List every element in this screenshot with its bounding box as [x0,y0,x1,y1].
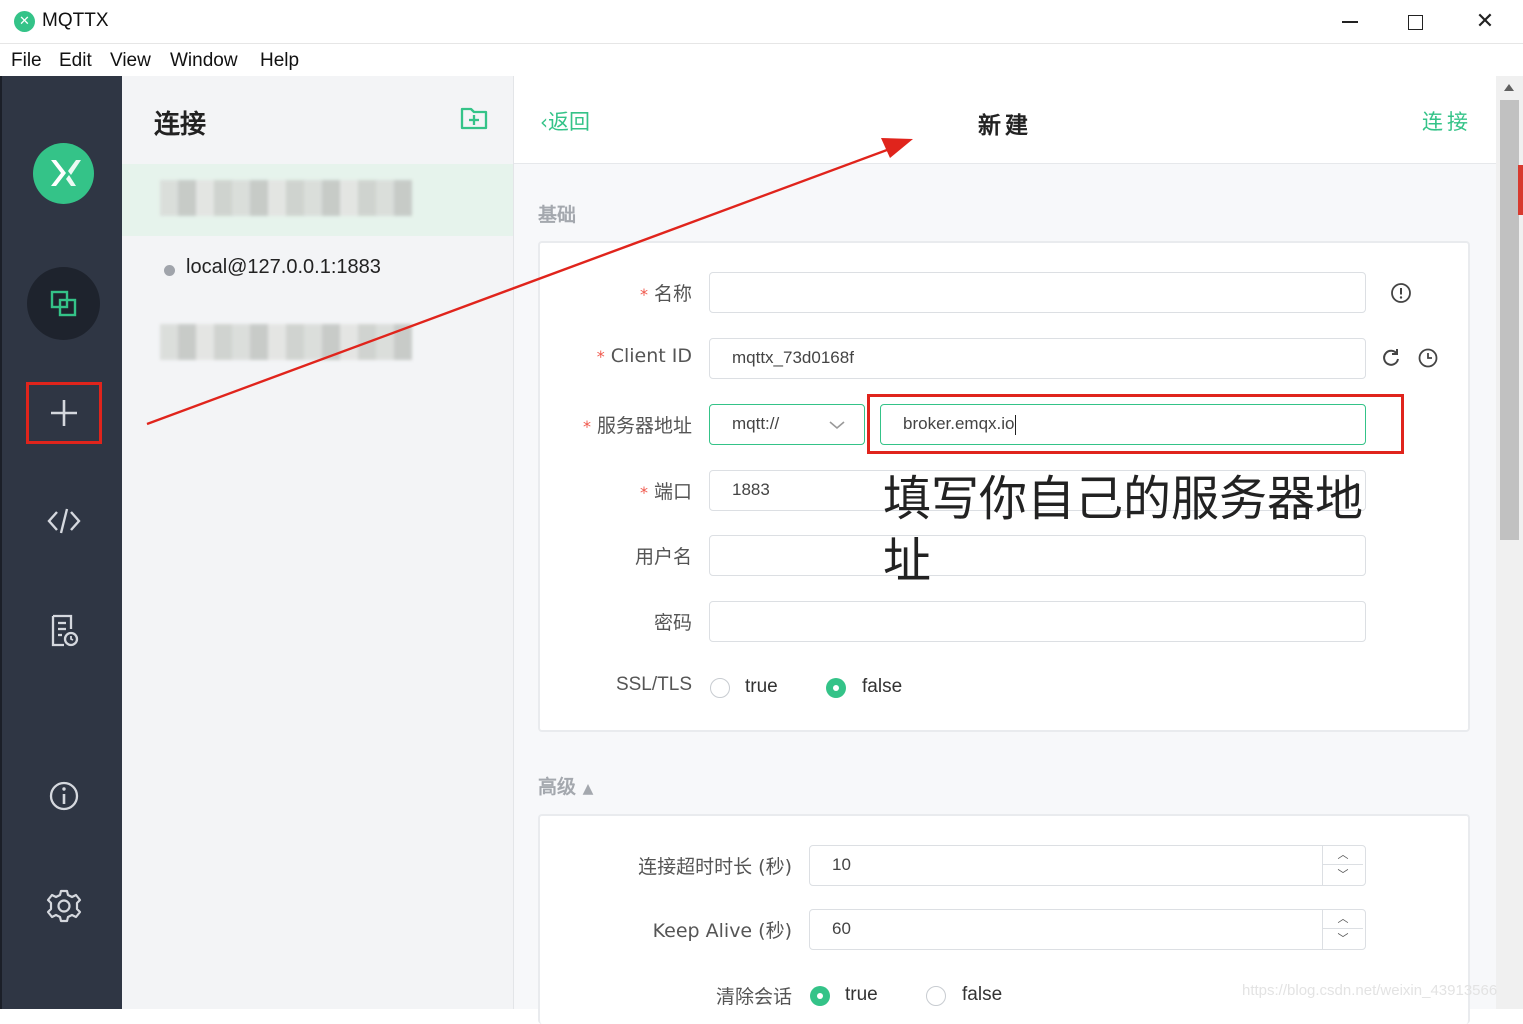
scroll-up-arrow-icon[interactable] [1504,84,1514,91]
decrement-icon[interactable]: ﹀ [1323,865,1363,885]
increment-icon[interactable]: ︿ [1323,845,1363,865]
clean-false-label[interactable]: false [962,984,1002,1006]
caret-up-icon: ▲ [582,781,594,797]
ssl-false-label[interactable]: false [862,676,902,698]
close-button[interactable]: ✕ [1465,6,1505,38]
decrement-icon[interactable]: ﹀ [1323,929,1363,949]
new-folder-icon[interactable] [460,105,488,131]
keepalive-label: Keep Alive (秒) [652,920,792,942]
menu-view[interactable]: View [110,50,151,72]
timeout-input[interactable]: 10 ︿ ﹀ [809,845,1366,886]
menu-window[interactable]: Window [170,50,238,72]
connection-list-title: 连接 [154,110,207,140]
keepalive-stepper[interactable]: ︿ ﹀ [1322,909,1364,950]
client-id-input[interactable]: mqttx_73d0168f [709,338,1366,379]
blurred-connection-name [160,180,412,216]
menu-help[interactable]: Help [260,50,299,72]
app-logo-icon: ✕ [14,11,35,32]
ssl-label: SSL/TLS [615,674,692,695]
client-id-label: * Client ID [596,345,692,367]
protocol-select[interactable]: mqtt:// [709,404,865,445]
code-icon[interactable] [44,501,84,541]
chevron-down-icon [829,421,845,430]
background-window-edge [1518,165,1523,215]
gear-icon[interactable] [44,886,84,926]
connection-item-blurred[interactable] [122,164,513,236]
clean-true-radio[interactable] [810,986,830,1006]
ssl-true-label[interactable]: true [745,676,778,698]
info-circle-icon[interactable] [1390,282,1412,304]
clean-true-label[interactable]: true [845,984,878,1006]
increment-icon[interactable]: ︿ [1323,909,1363,929]
host-annotation-text: 填写你自己的服务器地址 [883,471,1364,589]
refresh-icon[interactable] [1380,347,1402,369]
ssl-false-radio[interactable] [826,678,846,698]
keepalive-input[interactable]: 60 ︿ ﹀ [809,909,1366,950]
minimize-button[interactable] [1330,6,1370,38]
connections-icon [50,290,77,317]
protocol-value: mqtt:// [732,414,780,433]
menu-bar: File Edit View Window Help [0,44,1523,76]
blurred-connection-name[interactable] [160,324,412,360]
status-dot-icon [164,265,175,276]
info-icon[interactable] [44,776,84,816]
page-title: 新建 [978,113,1032,139]
section-basic-title: 基础 [538,204,577,226]
connection-item-local[interactable]: local@127.0.0.1:1883 [122,236,513,308]
clock-icon[interactable] [1417,347,1439,369]
port-label: * 端口 [639,481,692,503]
username-label: 用户名 [634,546,692,568]
timeout-stepper[interactable]: ︿ ﹀ [1322,845,1364,886]
left-nav [0,76,122,1009]
log-icon[interactable] [44,611,84,651]
scroll-thumb[interactable] [1500,100,1519,540]
mqttx-logo-icon [33,143,94,204]
clean-session-label: 清除会话 [715,986,792,1008]
connection-name: local@127.0.0.1:1883 [186,256,381,278]
name-label: * 名称 [639,283,692,305]
password-label: 密码 [653,612,692,634]
host-annotation-box [867,394,1404,454]
menu-file[interactable]: File [11,50,42,72]
keepalive-value: 60 [832,919,851,938]
clean-false-radio[interactable] [926,986,946,1006]
nav-connections-button[interactable] [27,267,100,340]
window-title: MQTTX [42,10,109,31]
timeout-label: 连接超时时长 (秒) [638,856,792,878]
host-label: * 服务器地址 [582,415,692,437]
menu-edit[interactable]: Edit [59,50,92,72]
connect-button[interactable]: 连接 [1422,106,1472,136]
timeout-value: 10 [832,855,851,874]
plus-icon[interactable] [44,393,84,433]
password-input[interactable] [709,601,1366,642]
ssl-true-radio[interactable] [710,678,730,698]
maximize-button[interactable] [1395,6,1435,38]
name-input[interactable] [709,272,1366,313]
title-bar: ✕ MQTTX ✕ [0,0,1523,44]
connection-list-panel: 连接 local@127.0.0.1:1883 [122,76,514,1009]
form-header: ‹返回 新建 连接 [514,76,1496,164]
scrollbar[interactable] [1496,76,1523,1009]
section-advanced-title[interactable]: 高级 ▲ [538,772,593,799]
watermark: https://blog.csdn.net/weixin_43913566 [1242,982,1498,999]
